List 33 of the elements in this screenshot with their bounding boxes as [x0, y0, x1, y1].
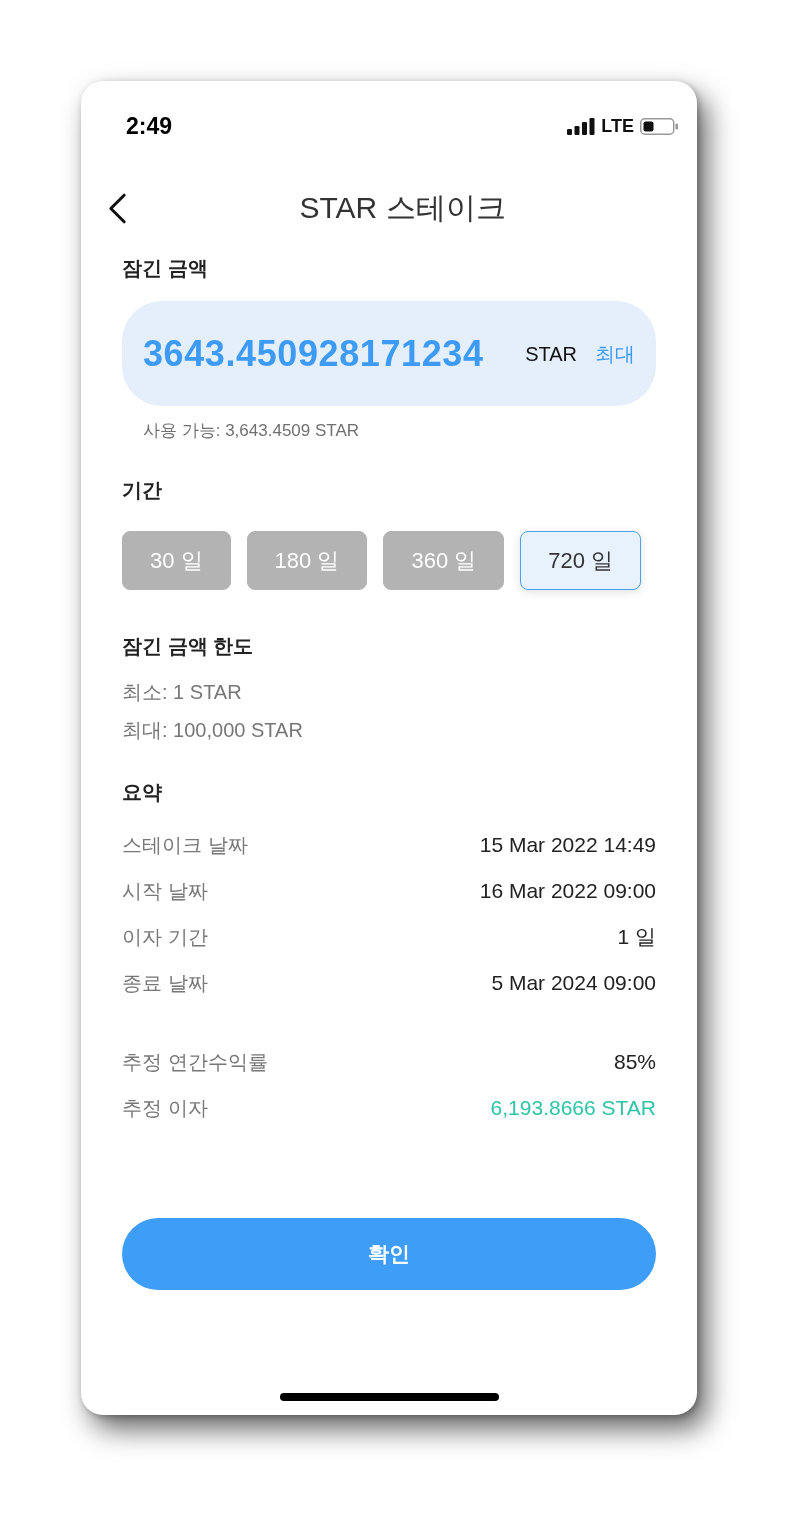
confirm-button[interactable]: 확인 — [122, 1218, 656, 1290]
summary-label: 종료 날짜 — [122, 971, 208, 996]
estimate-value: 6,193.8666 STAR — [490, 1095, 656, 1121]
summary-label: 이자 기간 — [122, 925, 208, 950]
section-title: 요약 — [122, 780, 163, 805]
summary-value: 15 Mar 2022 14:49 — [479, 832, 656, 858]
period-option[interactable]: 180 일 — [246, 531, 368, 590]
amount-input[interactable]: 3643.450928171234 — [143, 331, 484, 376]
section-title: 기간 — [122, 478, 163, 503]
limit-text: 최대: 100,000 STAR — [122, 718, 304, 743]
period-option[interactable]: 720 일 — [520, 531, 642, 590]
max-button[interactable]: 최대 — [595, 340, 635, 367]
estimate-label: 추정 연간수익률 — [122, 1050, 268, 1075]
back-icon[interactable] — [108, 192, 127, 224]
available-balance: 사용 가능: 3,643.4509 STAR — [142, 420, 361, 442]
period-option[interactable]: 360 일 — [383, 531, 505, 590]
network-label: LTE — [601, 116, 634, 136]
summary-value: 5 Mar 2024 09:00 — [491, 970, 656, 996]
summary-label: 스테이크 날짜 — [122, 833, 248, 858]
summary-value: 1 일 — [617, 924, 656, 950]
battery-icon — [640, 117, 678, 135]
limit-text: 최소: 1 STAR — [122, 680, 243, 705]
section-title: 잠긴 금액 — [122, 256, 209, 281]
summary-value: 16 Mar 2022 09:00 — [479, 878, 656, 904]
estimate-label: 추정 이자 — [122, 1096, 208, 1121]
section-title: 잠긴 금액 한도 — [122, 634, 255, 659]
unit-label: STAR — [525, 341, 577, 367]
signal-icon — [567, 117, 596, 135]
period-option[interactable]: 30 일 — [122, 531, 231, 590]
status-time: 2:49 — [126, 114, 173, 138]
screen-title: STAR 스테이크 — [299, 190, 506, 226]
summary-label: 시작 날짜 — [122, 879, 208, 904]
estimate-value: 85% — [613, 1049, 656, 1075]
